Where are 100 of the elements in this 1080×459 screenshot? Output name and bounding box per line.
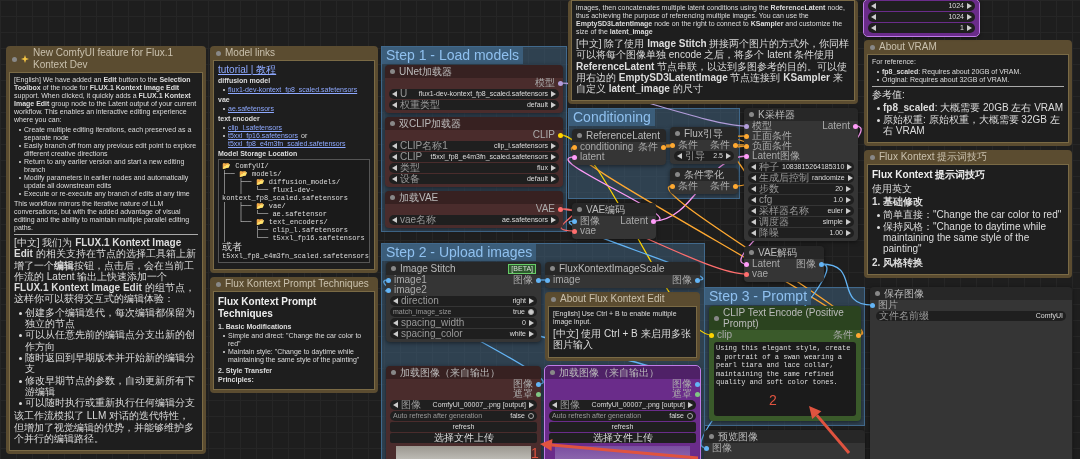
output-port-icon[interactable]: [651, 218, 656, 224]
port-label: image1: [394, 275, 427, 285]
input-port-icon[interactable]: [386, 277, 391, 283]
node-title: Image Stitch: [400, 263, 456, 274]
node-dot-icon[interactable]: [749, 250, 754, 255]
node-dot-icon[interactable]: [216, 281, 221, 287]
annotation-number: 1: [531, 446, 539, 459]
input-port-icon[interactable]: [709, 332, 714, 338]
annotation-number: 2: [769, 393, 777, 407]
note-text: 使用英文: [872, 183, 913, 195]
output-port-icon[interactable]: [536, 391, 541, 397]
list-item-text: fp8_scaled: 大概需要 20GB 左右 VRAM: [883, 102, 1064, 114]
decrement-arrow-icon[interactable]: [392, 217, 397, 223]
increment-arrow-icon[interactable]: [529, 402, 534, 408]
node-title: 双CLIP加载器: [399, 118, 462, 129]
output-port-icon[interactable]: [695, 277, 700, 283]
increment-arrow-icon[interactable]: [688, 402, 693, 408]
input-port-icon[interactable]: [572, 228, 577, 234]
bullet-icon: [19, 402, 22, 406]
input-port-icon[interactable]: [670, 142, 675, 148]
node-dot-icon[interactable]: [709, 434, 714, 439]
port-label: 负面条件: [752, 141, 792, 151]
note-text: 该工作流模拟了 LLM 对话的迭代特性，但增加了视觉编辑的优势，并能够维护多个并行的编辑路径。: [14, 410, 195, 445]
group-title: Step 1 - Load models: [382, 47, 524, 64]
output-port-icon[interactable]: [733, 183, 738, 189]
node-dot-icon[interactable]: [714, 315, 719, 321]
port-label: 图像: [712, 443, 732, 453]
list-item-text: 创建多个编辑迭代，每次编辑都保留为独立的节点: [25, 306, 196, 330]
input-port-icon[interactable]: [744, 123, 749, 129]
port-label: conditioning: [580, 142, 634, 152]
note-subheading: 2. 风格转换: [872, 256, 925, 269]
port-label: 模型: [752, 121, 772, 131]
input-port-icon[interactable]: [572, 218, 577, 224]
node-dot-icon[interactable]: [577, 207, 582, 212]
node-dot-icon[interactable]: [390, 69, 395, 74]
node-dot-icon[interactable]: [870, 154, 875, 160]
node-title: 预览图像: [718, 431, 758, 442]
bullet-icon: [877, 118, 880, 122]
note-title: Flux Kontext 提示词技巧: [879, 151, 988, 164]
input-port-icon[interactable]: [744, 271, 749, 277]
decrement-arrow-icon[interactable]: [677, 153, 682, 159]
node-dot-icon[interactable]: [12, 56, 17, 62]
input-port-icon[interactable]: [572, 154, 577, 160]
increment-arrow-icon[interactable]: [551, 217, 556, 223]
output-port-icon[interactable]: [819, 261, 824, 267]
node-dot-icon[interactable]: [675, 172, 680, 177]
note-text: [中文] 除了使用 Image Stitch 拼接两个图片的方式外，你同样可以将每个图像单独 encode 之后，将多个 latent 条件使用 ReferenceLatent 节点串联，以达到多图参考的目的。可以使用右边的 EmptySD3LatentImage 节点连接到 KSampler 来自定义 latent_image 的尺寸: [576, 38, 850, 95]
action-button[interactable]: 选择文件上传: [390, 433, 537, 443]
node-dot-icon[interactable]: [870, 44, 875, 50]
node-dot-icon[interactable]: [749, 112, 754, 117]
group-title: Step 3 - Prompt: [705, 288, 812, 305]
input-port-icon[interactable]: [870, 302, 875, 308]
output-port-icon[interactable]: [536, 277, 541, 283]
decrement-arrow-icon[interactable]: [393, 402, 398, 408]
input-port-icon[interactable]: [572, 144, 577, 150]
input-port-icon[interactable]: [545, 277, 550, 283]
output-port-icon[interactable]: [558, 80, 563, 86]
node-title: FluxKontextImageScale: [559, 263, 665, 274]
tutorial-link[interactable]: tutorial | 教程: [218, 64, 277, 76]
increment-arrow-icon[interactable]: [726, 153, 731, 159]
output-port-icon[interactable]: [856, 332, 861, 338]
node-dot-icon[interactable]: [390, 121, 395, 126]
input-port-icon[interactable]: [744, 261, 749, 267]
node-title: CLIP Text Encode (Positive Prompt): [723, 307, 844, 329]
port-label: 图像: [672, 275, 692, 285]
node-dot-icon[interactable]: [391, 266, 396, 271]
node-dot-icon[interactable]: [390, 195, 395, 200]
input-port-icon[interactable]: [744, 143, 749, 149]
note-title: New ComfyUI feature for Flux.1 Kontext Dev: [33, 47, 175, 71]
decrement-arrow-icon[interactable]: [552, 402, 557, 408]
port-label: 图像: [513, 275, 533, 285]
input-port-icon[interactable]: [744, 133, 749, 139]
output-port-icon[interactable]: [733, 142, 738, 148]
node-dot-icon[interactable]: [216, 50, 221, 56]
port-label: Latent: [822, 121, 850, 131]
action-button[interactable]: 选择文件上传: [549, 433, 696, 443]
list-item-text: 原始权重: 原始权重，大概需要 32GB 左右 VRAM: [883, 113, 1061, 137]
port-label: Latent: [620, 216, 648, 226]
port-label: 正面条件: [752, 131, 792, 141]
node-dot-icon[interactable]: [675, 131, 680, 136]
port-label: VAE: [535, 204, 555, 214]
note-title: About VRAM: [879, 41, 937, 53]
port-label: Latent图像: [752, 151, 800, 161]
node-title: 加载VAE: [399, 192, 439, 203]
list-item-text: 可以随时执行或重新执行任何编辑分支: [25, 397, 195, 409]
node-title: 保存图像: [884, 288, 924, 299]
port-label: 图像: [580, 216, 600, 226]
output-port-icon[interactable]: [558, 132, 563, 138]
port-label: 模型: [535, 78, 555, 88]
output-port-icon[interactable]: [661, 144, 666, 150]
output-port-icon[interactable]: [558, 206, 563, 212]
port-label: Latent: [752, 259, 780, 269]
node-dot-icon[interactable]: [577, 133, 582, 138]
output-port-icon[interactable]: [853, 123, 858, 129]
node-dot-icon[interactable]: [875, 291, 880, 296]
output-port-icon[interactable]: [695, 391, 700, 397]
input-port-icon[interactable]: [670, 183, 675, 189]
node-dot-icon[interactable]: [550, 266, 555, 271]
input-port-icon[interactable]: [704, 445, 709, 451]
input-port-icon[interactable]: [744, 153, 749, 159]
